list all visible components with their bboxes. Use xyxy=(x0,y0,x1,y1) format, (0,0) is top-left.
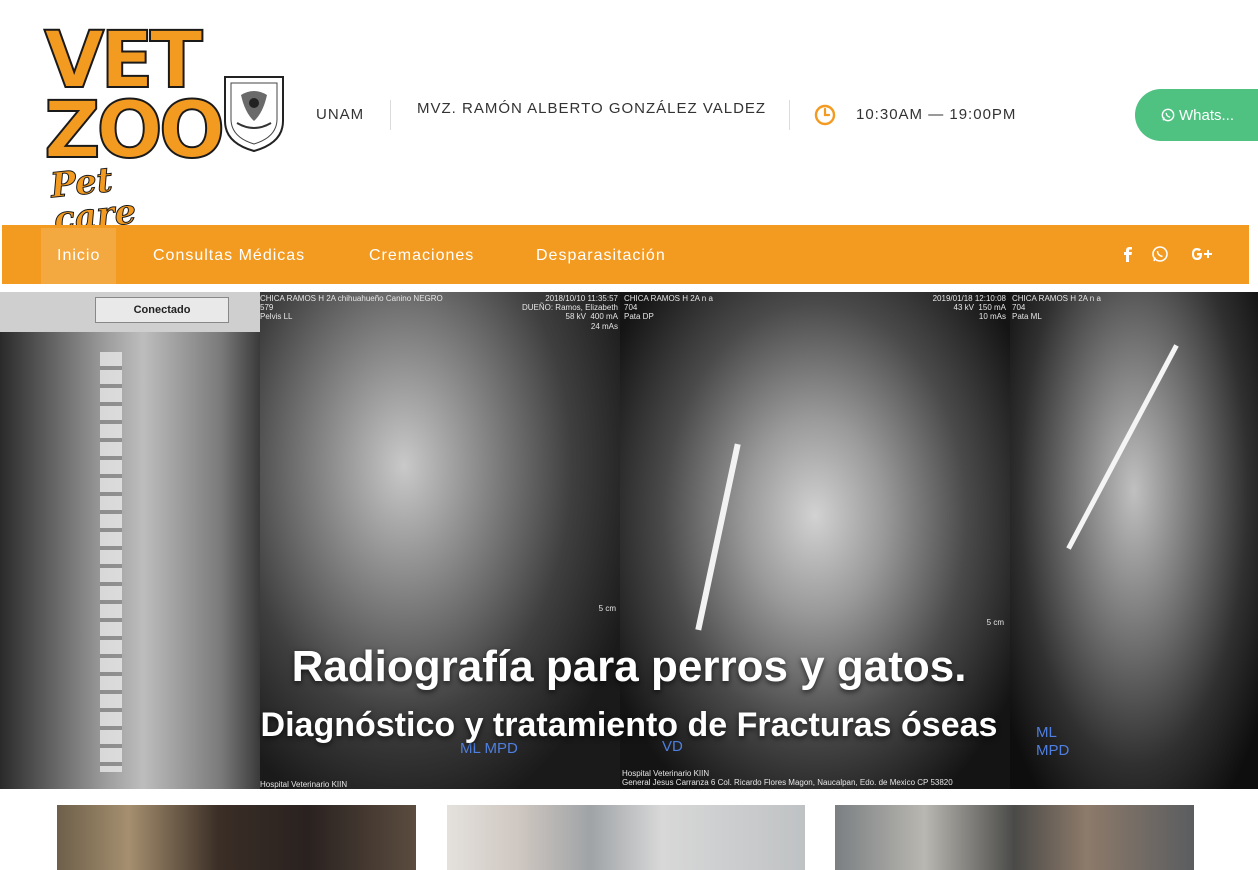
nav-item-inicio[interactable]: Inicio xyxy=(41,228,117,284)
google-plus-icon[interactable] xyxy=(1187,241,1217,267)
xray-header-right: 2018/10/10 11:35:57 DUEÑO: Ramos, Elizab… xyxy=(521,294,618,331)
nav-item-cremaciones[interactable]: Cremaciones xyxy=(369,228,474,284)
nav-item-desparasitacion[interactable]: Desparasitación xyxy=(536,228,666,284)
header-divider xyxy=(390,100,391,130)
hero-subtitle: Diagnóstico y tratamiento de Fracturas ó… xyxy=(260,706,998,744)
service-card-image[interactable] xyxy=(57,805,416,870)
connection-status: Conectado xyxy=(95,297,229,323)
main-nav: Inicio Consultas Médicas Cremaciones Des… xyxy=(2,225,1249,284)
xray-header-right: 2019/01/18 12:10:08 43 kV 150 mA 10 mAs xyxy=(932,294,1006,322)
whatsapp-icon[interactable] xyxy=(1147,241,1173,267)
surgical-pin-shape xyxy=(1066,344,1179,550)
doctor-name: MVZ. RAMÓN ALBERTO GONZÁLEZ VALDEZ xyxy=(417,100,767,117)
whatsapp-label: Whats... xyxy=(1179,106,1235,124)
xray-scale: 5 cm xyxy=(598,604,616,613)
clock-icon xyxy=(814,104,836,126)
xray-footer: Hospital Veterinario KIIN xyxy=(260,780,348,789)
whatsapp-button[interactable]: Whats... xyxy=(1135,89,1258,141)
unam-seal-icon xyxy=(224,76,284,153)
xray-scale: 5 cm xyxy=(986,618,1004,627)
service-card-image[interactable] xyxy=(447,805,805,870)
header-divider xyxy=(789,100,790,130)
nav-item-consultas[interactable]: Consultas Médicas xyxy=(153,228,305,284)
surgical-pin-shape xyxy=(695,443,741,631)
xray-header-left: CHICA RAMOS H 2A chihuahueño Canino NEGR… xyxy=(260,294,443,322)
xray-footer: Hospital Veterinario KIIN General Jesus … xyxy=(622,769,953,788)
vetzoo-logo[interactable]: VET ZOO Pet care xyxy=(43,21,226,241)
xray-header: CHICA RAMOS H 2A n a 704 Pata ML xyxy=(1012,294,1101,322)
site-header: VET ZOO Pet care UNAM MVZ. RAMÓN ALBERTO… xyxy=(0,0,1258,241)
hero-slider[interactable]: Conectado CHICA RAMOS H 2A chihuahueño C… xyxy=(0,292,1258,789)
hero-title: Radiografía para perros y gatos. xyxy=(291,642,967,691)
service-card-image[interactable] xyxy=(835,805,1194,870)
opening-hours: 10:30AM — 19:00PM xyxy=(856,106,1017,123)
unam-label: UNAM xyxy=(316,106,365,123)
xray-header-left: CHICA RAMOS H 2A n a 704 Pata DP xyxy=(624,294,713,322)
whatsapp-icon xyxy=(1161,108,1175,122)
facebook-icon[interactable] xyxy=(1115,241,1141,267)
logo-word-2: ZOO xyxy=(43,86,226,176)
